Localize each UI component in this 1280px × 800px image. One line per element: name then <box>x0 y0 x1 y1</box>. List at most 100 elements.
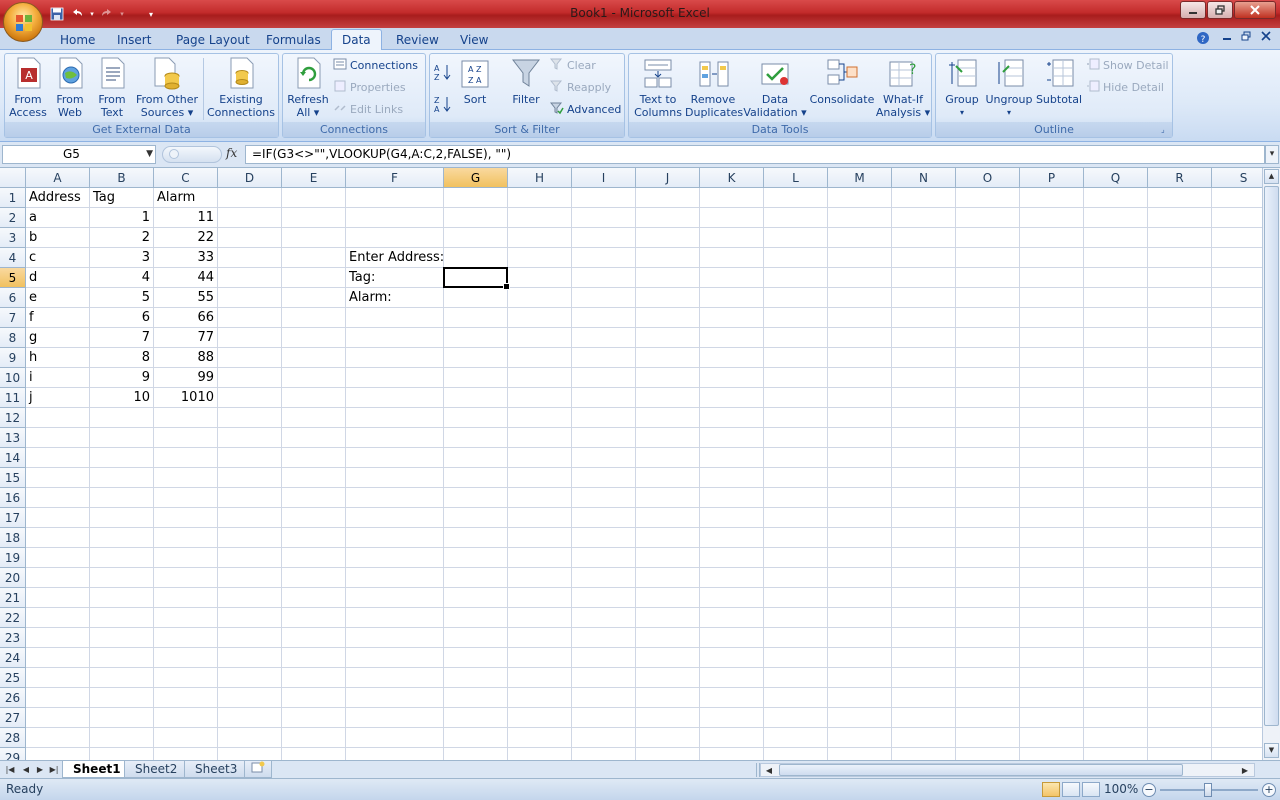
cell[interactable] <box>26 748 90 760</box>
cell[interactable] <box>444 228 508 248</box>
cell[interactable] <box>828 348 892 368</box>
cell[interactable] <box>892 608 956 628</box>
cell[interactable] <box>764 528 828 548</box>
cell[interactable] <box>636 588 700 608</box>
insert-worksheet-icon[interactable] <box>244 761 272 778</box>
cell[interactable] <box>1212 368 1262 388</box>
cell[interactable] <box>828 588 892 608</box>
cell[interactable] <box>282 668 346 688</box>
cell[interactable] <box>508 588 572 608</box>
cell[interactable] <box>700 468 764 488</box>
row-header[interactable]: 17 <box>0 508 26 528</box>
row-header[interactable]: 10 <box>0 368 26 388</box>
cell[interactable] <box>636 688 700 708</box>
cell[interactable] <box>1148 408 1212 428</box>
cell[interactable] <box>828 428 892 448</box>
cell[interactable] <box>956 508 1020 528</box>
cell[interactable] <box>1084 408 1148 428</box>
cell[interactable] <box>26 488 90 508</box>
cell[interactable] <box>1084 428 1148 448</box>
cell[interactable] <box>282 608 346 628</box>
cell[interactable] <box>1020 388 1084 408</box>
cell[interactable] <box>1212 568 1262 588</box>
cell[interactable] <box>1020 528 1084 548</box>
zoom-slider-thumb[interactable] <box>1204 783 1212 797</box>
cell[interactable] <box>1212 728 1262 748</box>
cell[interactable] <box>1084 608 1148 628</box>
from-web-button[interactable]: From Web <box>51 56 89 119</box>
scroll-down-icon[interactable]: ▼ <box>1264 743 1279 758</box>
column-header[interactable]: J <box>636 168 700 188</box>
cell[interactable] <box>764 628 828 648</box>
cell[interactable] <box>1084 748 1148 760</box>
cell[interactable] <box>282 648 346 668</box>
cell[interactable] <box>1084 508 1148 528</box>
cell[interactable] <box>636 708 700 728</box>
cell[interactable] <box>282 328 346 348</box>
cell[interactable] <box>218 448 282 468</box>
cell[interactable] <box>508 228 572 248</box>
close-icon[interactable] <box>1234 1 1276 19</box>
cell[interactable] <box>90 708 154 728</box>
cell[interactable] <box>1212 668 1262 688</box>
cell[interactable] <box>90 608 154 628</box>
cell-b10[interactable]: 9 <box>90 368 154 388</box>
cell[interactable] <box>892 748 956 760</box>
cell[interactable] <box>218 548 282 568</box>
cell[interactable] <box>828 708 892 728</box>
cell-c8[interactable]: 77 <box>154 328 218 348</box>
column-header[interactable]: R <box>1148 168 1212 188</box>
cell-a3[interactable]: b <box>26 228 90 248</box>
cell[interactable] <box>1148 328 1212 348</box>
cell[interactable] <box>700 288 764 308</box>
cell-c11[interactable]: 1010 <box>154 388 218 408</box>
row-header[interactable]: 26 <box>0 688 26 708</box>
cell[interactable] <box>1084 588 1148 608</box>
tab-view[interactable]: View <box>458 31 490 50</box>
cell[interactable] <box>1212 328 1262 348</box>
cell[interactable] <box>572 688 636 708</box>
workbook-close-icon[interactable] <box>1261 31 1271 44</box>
page-break-preview-icon[interactable] <box>1082 782 1100 797</box>
sort-descending-button[interactable]: ZA <box>433 94 453 114</box>
cell[interactable] <box>444 668 508 688</box>
cell-b1[interactable]: Tag <box>90 188 154 208</box>
cell[interactable] <box>1020 508 1084 528</box>
cell[interactable] <box>572 608 636 628</box>
row-header[interactable]: 24 <box>0 648 26 668</box>
cell[interactable] <box>892 448 956 468</box>
cell[interactable] <box>828 568 892 588</box>
cell[interactable] <box>26 648 90 668</box>
cell[interactable] <box>218 648 282 668</box>
cell[interactable] <box>1148 388 1212 408</box>
cell[interactable] <box>444 748 508 760</box>
cell[interactable] <box>636 428 700 448</box>
row-header[interactable]: 14 <box>0 448 26 468</box>
connections-button[interactable]: Connections <box>333 56 418 76</box>
cell[interactable] <box>700 608 764 628</box>
cell[interactable] <box>508 608 572 628</box>
cell[interactable] <box>1020 448 1084 468</box>
cell[interactable] <box>282 348 346 368</box>
cell[interactable] <box>1212 628 1262 648</box>
cell[interactable] <box>828 248 892 268</box>
cell[interactable] <box>508 568 572 588</box>
cell[interactable] <box>508 188 572 208</box>
cell-a6[interactable]: e <box>26 288 90 308</box>
cell-a5[interactable]: d <box>26 268 90 288</box>
cell[interactable] <box>892 728 956 748</box>
cell[interactable] <box>1020 348 1084 368</box>
cell[interactable] <box>572 628 636 648</box>
cell[interactable] <box>346 608 444 628</box>
cell[interactable] <box>26 548 90 568</box>
cell[interactable] <box>444 588 508 608</box>
cell[interactable] <box>828 308 892 328</box>
cell[interactable] <box>764 568 828 588</box>
cell[interactable] <box>892 208 956 228</box>
cell[interactable] <box>1084 388 1148 408</box>
cell[interactable] <box>828 208 892 228</box>
cell[interactable] <box>1084 248 1148 268</box>
row-header[interactable]: 20 <box>0 568 26 588</box>
cell[interactable] <box>26 668 90 688</box>
filter-button[interactable]: Filter <box>506 56 546 106</box>
